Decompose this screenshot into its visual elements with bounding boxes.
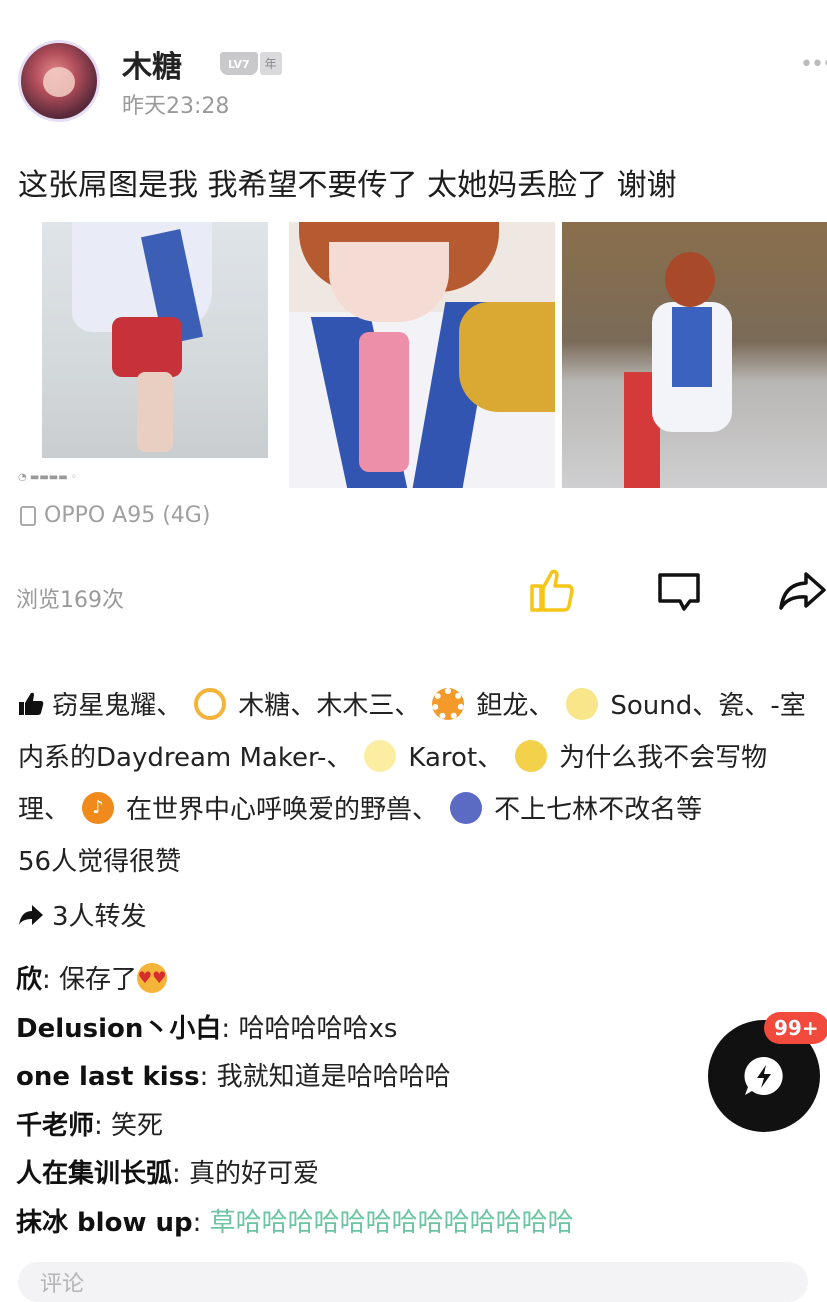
avatar[interactable] (18, 40, 100, 122)
comment-item[interactable]: 人在集训长弧: 真的好可爱 (16, 1150, 574, 1199)
liker-name[interactable]: Sound (610, 691, 692, 721)
comment-input-bar[interactable] (18, 1262, 808, 1302)
liker-name[interactable]: 木木三 (316, 691, 394, 721)
level-suffix: 年 (259, 51, 282, 75)
comment-author[interactable]: Delusion丶小白 (16, 1014, 221, 1044)
comment-author[interactable]: one last kiss (16, 1062, 200, 1092)
post-image-3[interactable] (562, 222, 827, 488)
comment-input[interactable]: 评论 (40, 1266, 84, 1298)
forward-row[interactable]: 3人转发 (18, 896, 147, 933)
post-text: 这张屌图是我 我希望不要传了 太她妈丢脸了 谢谢 (18, 168, 677, 203)
phone-icon (20, 505, 36, 526)
liker-name[interactable]: 不上七林不改名等 (494, 795, 702, 825)
user-avatar-icon (566, 687, 599, 720)
forward-count: 3人转发 (52, 902, 147, 932)
comment-author[interactable]: 千老师 (16, 1111, 94, 1141)
liker-name[interactable]: 窃星鬼耀 (52, 691, 156, 721)
comment-author[interactable]: 抹冰 blow up (16, 1208, 193, 1238)
comment-author[interactable]: 人在集训长弧 (16, 1159, 172, 1189)
comment-item[interactable]: one last kiss: 我就知道是哈哈哈哈 (16, 1053, 574, 1102)
notification-badge: 99+ (764, 1012, 827, 1044)
comment-item[interactable]: Delusion丶小白: 哈哈哈哈哈xs (16, 1005, 574, 1054)
quick-comment-icon (744, 1056, 783, 1095)
more-dots-icon[interactable]: ••• (800, 52, 827, 77)
comment-list: 欣: 保存了♥♥ Delusion丶小白: 哈哈哈哈哈xs one last k… (16, 956, 574, 1247)
forward-arrow-icon (19, 904, 43, 925)
likes-summary: 56人觉得很赞 (18, 847, 182, 877)
level-label: LV7 (220, 51, 258, 75)
liker-name[interactable]: 木糖 (238, 691, 290, 721)
level-badge: LV7 年 (220, 50, 282, 76)
comment-item[interactable]: 千老师: 笑死 (16, 1102, 574, 1151)
comment-icon[interactable] (656, 572, 702, 612)
liker-name[interactable]: Karot (408, 743, 477, 773)
comment-text: 真的好可爱 (189, 1159, 320, 1189)
user-avatar-icon (364, 739, 397, 772)
post-image-2[interactable] (289, 222, 555, 488)
post-time: 昨天23:28 (122, 94, 230, 119)
user-avatar-icon (194, 687, 227, 720)
share-icon[interactable] (778, 570, 826, 612)
liker-name[interactable]: 鉭龙 (476, 691, 528, 721)
view-count: 浏览169次 (16, 588, 124, 613)
device-label: OPPO A95 (4G) (44, 503, 211, 528)
music-note-icon: ♪ (82, 791, 115, 824)
likes-list: 窃星鬼耀、 木糖、木木三、 鉭龙、 Sound、瓷、-室内系的Daydream Mak… (18, 680, 818, 888)
comment-item[interactable]: 抹冰 blow up: 草哈哈哈哈哈哈哈哈哈哈哈哈哈 (16, 1199, 574, 1248)
device-info: OPPO A95 (4G) (20, 503, 210, 528)
comment-text: 保存了 (59, 965, 138, 995)
liker-name[interactable]: 在世界中心呼唤爱的野兽 (126, 795, 412, 825)
comment-author[interactable]: 欣 (16, 965, 42, 995)
thumb-up-icon (19, 692, 44, 715)
comment-text: 笑死 (111, 1110, 164, 1141)
username[interactable]: 木糖 (122, 42, 182, 86)
image-watermark: ◔ ▬▬▬▬ ◦ (18, 472, 77, 483)
user-avatar-icon (515, 739, 548, 772)
user-avatar-icon (450, 791, 483, 824)
liker-name[interactable]: 瓷 (718, 691, 744, 721)
comment-item[interactable]: 欣: 保存了♥♥ (16, 956, 574, 1005)
user-avatar-icon (432, 687, 465, 720)
post-image-1[interactable] (42, 222, 268, 458)
heart-eyes-emoji-icon: ♥♥ (137, 962, 168, 993)
comment-text: 哈哈哈哈哈xs (238, 1013, 398, 1044)
comment-text: 我就知道是哈哈哈哈 (216, 1062, 451, 1092)
comment-text: 草哈哈哈哈哈哈哈哈哈哈哈哈哈 (209, 1207, 574, 1238)
like-icon[interactable] (528, 566, 576, 614)
